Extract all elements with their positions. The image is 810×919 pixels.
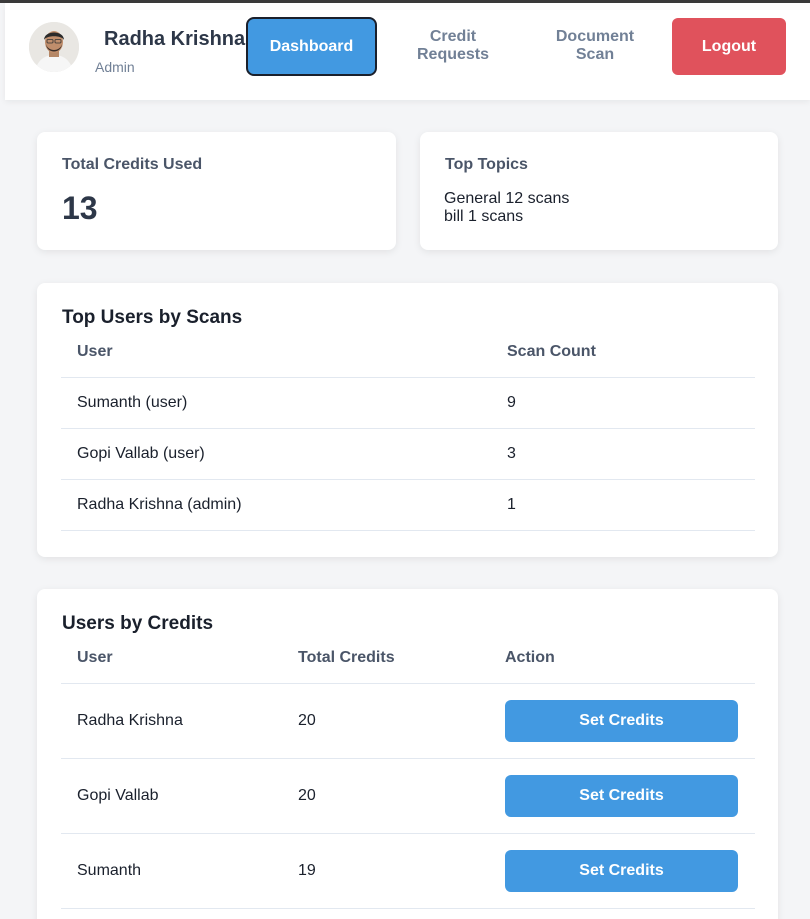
column-header-total-credits: Total Credits [283,634,490,684]
avatar[interactable] [29,22,79,72]
user-cell: Sumanth [61,833,283,909]
logout-button[interactable]: Logout [672,18,786,75]
table-row: Gopi Vallab 20 Set Credits [61,758,755,834]
scan-count-cell: 1 [491,479,755,531]
table-header-row: User Total Credits Action [61,634,755,684]
top-users-card: Top Users by Scans User Scan Count Suman… [37,283,778,557]
set-credits-button[interactable]: Set Credits [505,699,738,742]
nav-credit-requests-link[interactable]: Credit Requests [398,28,508,64]
nav-document-scan-link[interactable]: Document Scan [540,28,650,64]
user-cell: Radha Krishna (admin) [61,479,491,531]
action-cell: Set Credits [490,833,755,909]
action-cell: Set Credits [490,758,755,834]
user-cell: Sumanth (user) [61,377,491,429]
topic-item: General 12 scans [444,190,570,207]
total-credits-cell: 20 [283,758,490,834]
nav-credit-requests-label-line2: Requests [416,46,490,63]
total-credits-value: 13 [62,190,98,226]
action-cell: Set Credits [490,683,755,759]
user-cell: Radha Krishna [61,683,283,759]
scan-count-cell: 3 [491,428,755,480]
top-users-title: Top Users by Scans [62,307,243,328]
user-avatar-icon [29,22,79,72]
nav-document-scan-label-line1: Document [555,28,635,45]
table-row: Radha Krishna 20 Set Credits [61,683,755,759]
users-by-credits-title: Users by Credits [62,613,214,634]
set-credits-button[interactable]: Set Credits [505,774,738,817]
nav-dashboard-button[interactable]: Dashboard [246,17,377,76]
table-row: Sumanth 19 Set Credits [61,833,755,909]
total-credits-cell: 19 [283,833,490,909]
top-topics-card: Top Topics General 12 scans bill 1 scans [420,132,778,250]
users-by-credits-card: Users by Credits User Total Credits Acti… [37,589,778,919]
column-header-user: User [61,328,491,378]
topic-item: bill 1 scans [444,208,524,225]
user-cell: Gopi Vallab [61,758,283,834]
table-row: Gopi Vallab (user) 3 [61,428,755,480]
user-name: Radha Krishna [104,28,246,50]
nav-credit-requests-label-line1: Credit [429,28,477,45]
top-navbar: Radha Krishna Admin Dashboard Credit Req… [5,3,810,100]
user-role: Admin [95,59,135,75]
users-by-credits-table: User Total Credits Action Radha Krishna … [61,634,755,909]
total-credits-label: Total Credits Used [62,156,203,173]
table-header-row: User Scan Count [61,328,755,378]
total-credits-cell: 20 [283,683,490,759]
user-cell: Gopi Vallab (user) [61,428,491,480]
top-topics-label: Top Topics [445,156,528,173]
table-row: Radha Krishna (admin) 1 [61,479,755,531]
total-credits-card: Total Credits Used 13 [37,132,396,250]
table-row: Sumanth (user) 9 [61,377,755,429]
set-credits-button[interactable]: Set Credits [505,849,738,892]
column-header-user: User [61,634,283,684]
scan-count-cell: 9 [491,377,755,429]
top-topics-list: General 12 scans bill 1 scans [444,190,569,226]
column-header-action: Action [490,634,755,684]
nav-document-scan-label-line2: Scan [575,46,615,63]
top-users-table: User Scan Count Sumanth (user) 9 Gopi Va… [61,328,755,531]
column-header-scan-count: Scan Count [491,328,755,378]
